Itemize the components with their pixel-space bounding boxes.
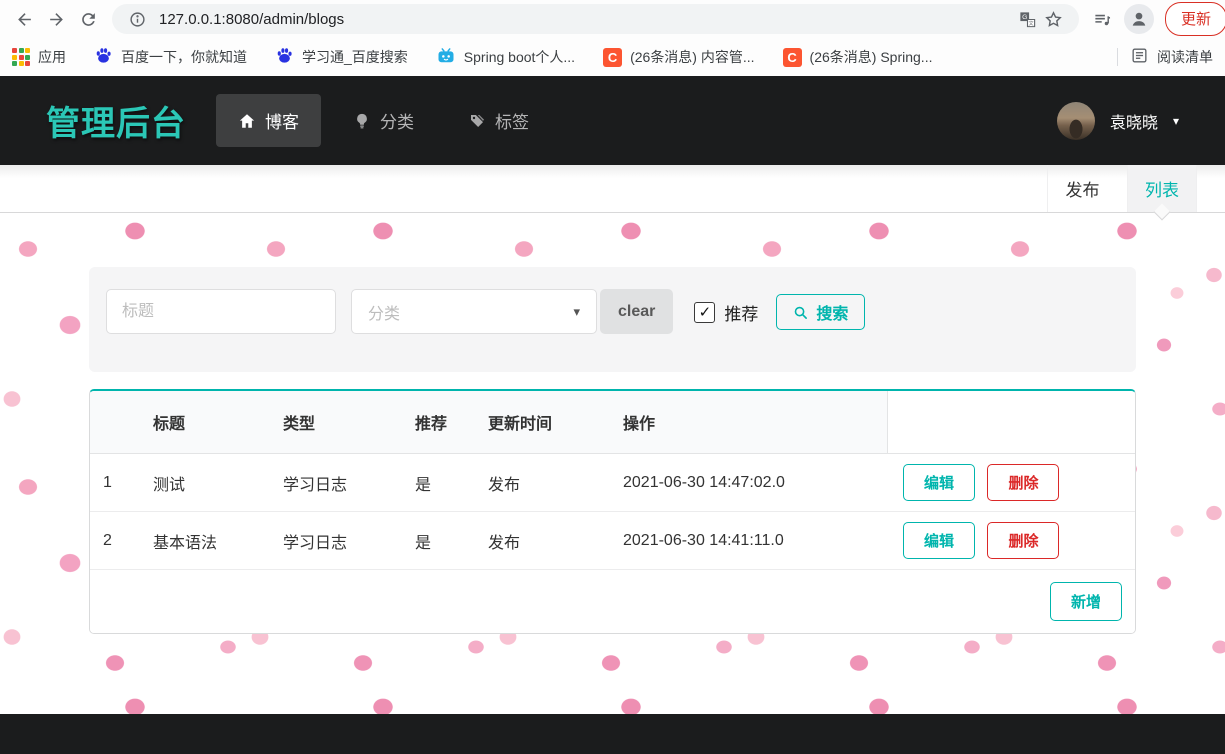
user-menu[interactable]: 袁晓晓 ▾ [1056,101,1179,140]
bookmark-star-icon[interactable] [1041,6,1067,32]
delete-button[interactable]: 删除 [987,464,1060,501]
browser-window: 127.0.0.1:8080/admin/blogs G文 更新 应用 百度一下… [0,0,1225,754]
address-bar[interactable]: 127.0.0.1:8080/admin/blogs G文 [112,4,1079,34]
delete-button[interactable]: 删除 [987,522,1060,559]
cell-index: 1 [90,453,140,512]
cell-index: 2 [90,511,140,569]
cell-type: 学习日志 [270,511,402,569]
bookmark-springboot[interactable]: Spring boot个人... [436,46,575,69]
browser-toolbar: 127.0.0.1:8080/admin/blogs G文 更新 [0,0,1225,38]
edit-button[interactable]: 编辑 [903,522,976,559]
bookmarks-bar: 应用 百度一下，你就知道 学习通_百度搜索 Spring boot个人... C… [0,38,1225,76]
chrome-update-button[interactable]: 更新 [1164,2,1225,36]
cell-recommend: 是 [402,511,475,569]
user-name: 袁晓晓 [1109,114,1158,132]
bilibili-icon [436,46,456,69]
header-recommend: 推荐 [402,391,475,454]
nav-item-label: 标签 [495,113,529,132]
site-logo[interactable]: 管理后台 [46,96,186,145]
category-placeholder: 分类 [368,305,401,323]
idea-icon [357,113,367,128]
cell-status: 发布 [475,453,610,512]
admin-navbar: 管理后台 博客 分类 标签 袁晓晓 ▾ [0,76,1225,165]
page-background: 分类 ▾ clear ✓ 推荐 搜索 [0,213,1225,714]
media-controls-icon[interactable] [1087,3,1119,35]
reload-icon[interactable] [72,3,104,35]
search-icon [795,306,808,319]
recommend-label: 推荐 [724,305,759,324]
bookmarks-divider [1117,48,1118,66]
reading-list-label: 阅读清单 [1157,49,1213,65]
header-index [90,391,140,454]
chevron-down-icon: ▾ [1172,113,1179,128]
bookmark-apps[interactable]: 应用 [12,47,66,67]
tab-publish[interactable]: 发布 [1047,165,1117,212]
bookmark-baidu[interactable]: 百度一下，你就知道 [94,46,247,68]
forward-icon[interactable] [40,3,72,35]
header-type: 类型 [270,391,402,454]
bookmark-csdn-1[interactable]: C (26条消息) 内容管... [603,47,755,67]
back-icon[interactable] [8,3,40,35]
header-actions: 操作 [610,391,888,454]
recommend-filter: ✓ 推荐 [694,300,758,325]
nav-item-tags[interactable]: 标签 [446,94,551,147]
table-row: 2 基本语法 学习日志 是 发布 2021-06-30 14:41:11.0 编… [90,511,1135,569]
home-icon [239,113,255,128]
svg-text:G: G [1023,14,1028,21]
bookmark-label: 应用 [38,49,66,65]
bookmark-label: Spring boot个人... [463,49,576,65]
bookmark-label: 学习通_百度搜索 [302,49,408,65]
bookmark-label: 百度一下，你就知道 [121,49,247,65]
url-text[interactable]: 127.0.0.1:8080/admin/blogs [159,11,344,28]
header-updated: 更新时间 [475,391,610,454]
cell-status: 发布 [475,511,610,569]
tags-icon [471,114,485,127]
nav-item-blogs[interactable]: 博客 [216,94,321,147]
search-button[interactable]: 搜索 [776,294,866,330]
user-avatar [1056,101,1095,140]
edit-button[interactable]: 编辑 [903,464,976,501]
search-button-label: 搜索 [816,306,849,323]
blog-subnav: 发布 列表 [0,165,1225,213]
bookmark-label: (26条消息) 内容管... [630,49,755,65]
filter-panel: 分类 ▾ clear ✓ 推荐 搜索 [89,267,1136,372]
cell-type: 学习日志 [270,453,402,512]
browser-profile-icon[interactable] [1123,4,1154,34]
apps-grid-icon [12,48,30,66]
info-icon[interactable] [124,6,150,32]
cell-title: 测试 [140,453,270,512]
blog-table-card: 标题 类型 推荐 更新时间 操作 1 测试 学习日志 是 发布 2021-06-… [89,389,1136,634]
title-input[interactable] [106,289,336,334]
nav-item-label: 博客 [265,113,299,132]
table-row: 1 测试 学习日志 是 发布 2021-06-30 14:47:02.0 编辑 … [90,453,1135,512]
baidu-icon [275,46,294,68]
bookmark-label: (26条消息) Spring... [809,49,933,65]
caret-down-icon: ▾ [573,303,580,319]
nav-item-label: 分类 [380,113,414,132]
page-footer [0,714,1225,754]
header-spacer [887,391,1135,454]
csdn-icon: C [782,47,802,67]
add-button[interactable]: 新增 [1049,582,1122,621]
table-header-row: 标题 类型 推荐 更新时间 操作 [90,391,1135,454]
bookmark-xuexitong[interactable]: 学习通_百度搜索 [275,46,408,68]
tab-list[interactable]: 列表 [1127,165,1197,212]
baidu-icon [94,46,113,68]
csdn-icon: C [603,47,623,67]
clear-button[interactable]: clear [600,289,674,334]
cell-title: 基本语法 [140,511,270,569]
cell-recommend: 是 [402,453,475,512]
bookmark-csdn-2[interactable]: C (26条消息) Spring... [782,47,933,67]
cell-updated: 2021-06-30 14:47:02.0 [610,453,887,512]
blog-table: 标题 类型 推荐 更新时间 操作 1 测试 学习日志 是 发布 2021-06-… [90,391,1135,569]
reading-list-button[interactable]: 阅读清单 [1130,46,1213,68]
category-dropdown[interactable]: 分类 ▾ [351,289,597,334]
recommend-checkbox[interactable]: ✓ [694,302,716,323]
header-title: 标题 [140,391,270,454]
translate-icon[interactable]: G文 [1015,6,1041,32]
cell-updated: 2021-06-30 14:41:11.0 [610,511,887,569]
reading-list-icon [1130,46,1149,68]
table-footer: 新增 [90,569,1135,633]
nav-item-categories[interactable]: 分类 [331,94,436,147]
